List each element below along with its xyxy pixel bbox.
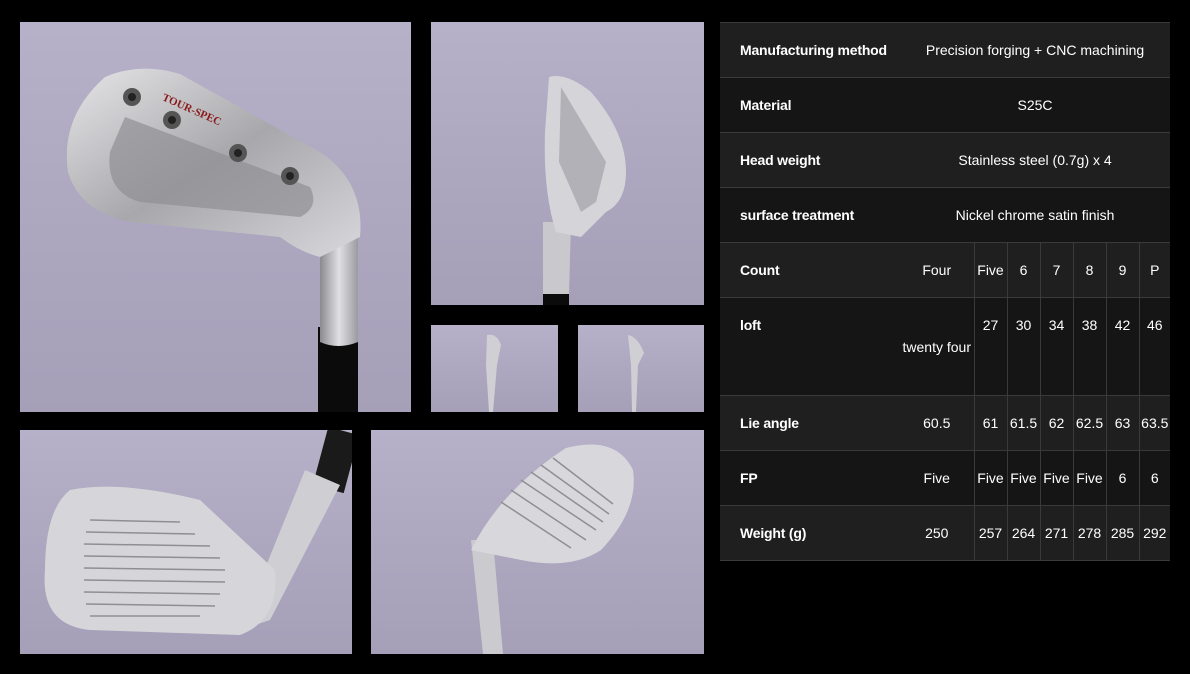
spec-label: FP: [720, 450, 900, 506]
spec-cell: 61.5: [1006, 395, 1040, 451]
spec-label: Weight (g): [720, 505, 900, 561]
spec-cell: 9: [1105, 242, 1139, 298]
spec-cell: P: [1138, 242, 1171, 298]
spec-label: Lie angle: [720, 395, 900, 451]
spec-cell: 292: [1138, 505, 1171, 561]
spec-cell: 278: [1072, 505, 1106, 561]
spec-cell: 62: [1039, 395, 1073, 451]
club-toe-view-image: [543, 76, 626, 305]
spec-row-surface: surface treatment Nickel chrome satin fi…: [720, 187, 1171, 243]
spec-cell: 63: [1105, 395, 1139, 451]
spec-cell: 6: [1105, 450, 1139, 506]
club-side-small-view-image: [628, 335, 644, 412]
spec-row-weight: Weight (g) 250 257 264 271 278 285 292: [720, 505, 1171, 561]
club-small-view-image: [486, 334, 501, 412]
spec-cell: twenty four: [900, 297, 974, 396]
spec-label: Head weight: [720, 132, 900, 188]
spec-row-count: Count Four Five 6 7 8 9 P: [720, 242, 1171, 298]
spec-row-lie: Lie angle 60.5 61 61.5 62 62.5 63 63.5: [720, 395, 1171, 451]
spec-cell: 61: [973, 395, 1007, 451]
spec-cell: 46: [1138, 297, 1171, 396]
spec-label: loft: [720, 297, 900, 396]
spec-cell: 257: [973, 505, 1007, 561]
spec-row-material: Material S25C: [720, 77, 1171, 133]
spec-cell: 42: [1105, 297, 1139, 396]
spec-cell: 8: [1072, 242, 1106, 298]
spec-cell: 30: [1006, 297, 1040, 396]
spec-cell: Five: [1006, 450, 1040, 506]
club-toe-view-photo: [431, 22, 704, 305]
spec-row-manufacturing: Manufacturing method Precision forging +…: [720, 22, 1171, 78]
spec-row-loft: loft twenty four 27 30 34 38 42 46: [720, 297, 1171, 396]
club-face-view-photo: [20, 430, 352, 654]
spec-value: Nickel chrome satin finish: [900, 187, 1171, 243]
spec-cell: 27: [973, 297, 1007, 396]
spec-label: Material: [720, 77, 900, 133]
spec-cell: 38: [1072, 297, 1106, 396]
spec-row-fp: FP Five Five Five Five Five 6 6: [720, 450, 1171, 506]
spec-label: Manufacturing method: [720, 22, 900, 78]
spec-cell: Five: [973, 242, 1007, 298]
spec-table: Manufacturing method Precision forging +…: [720, 22, 1171, 561]
spec-cell: 264: [1006, 505, 1040, 561]
club-back-view-image: [66, 68, 361, 412]
spec-cell: 34: [1039, 297, 1073, 396]
spec-cell: Five: [973, 450, 1007, 506]
spec-value: Stainless steel (0.7g) x 4: [900, 132, 1171, 188]
spec-label: Count: [720, 242, 900, 298]
spec-row-head-weight: Head weight Stainless steel (0.7g) x 4: [720, 132, 1171, 188]
spec-cell: Four: [900, 242, 974, 298]
spec-cell: 60.5: [900, 395, 974, 451]
spec-label: surface treatment: [720, 187, 900, 243]
spec-cell: Five: [1039, 450, 1073, 506]
club-address-view-photo: [371, 430, 704, 654]
spec-cell: Five: [1072, 450, 1106, 506]
spec-cell: 7: [1039, 242, 1073, 298]
club-face-small-view-photo: [431, 325, 558, 412]
spec-value: S25C: [900, 77, 1171, 133]
club-back-view-photo: TOUR-SPEC: [20, 22, 411, 412]
club-address-view-image: [471, 444, 634, 654]
spec-cell: 271: [1039, 505, 1073, 561]
spec-cell: 62.5: [1072, 395, 1106, 451]
club-side-small-view-photo: [578, 325, 704, 412]
spec-cell: Five: [900, 450, 974, 506]
spec-value: Precision forging + CNC machining: [900, 22, 1171, 78]
spec-cell: 63.5: [1138, 395, 1171, 451]
spec-cell: 6: [1006, 242, 1040, 298]
spec-cell: 285: [1105, 505, 1139, 561]
spec-cell: 250: [900, 505, 974, 561]
club-face-view-image: [44, 430, 352, 635]
spec-cell: 6: [1138, 450, 1171, 506]
